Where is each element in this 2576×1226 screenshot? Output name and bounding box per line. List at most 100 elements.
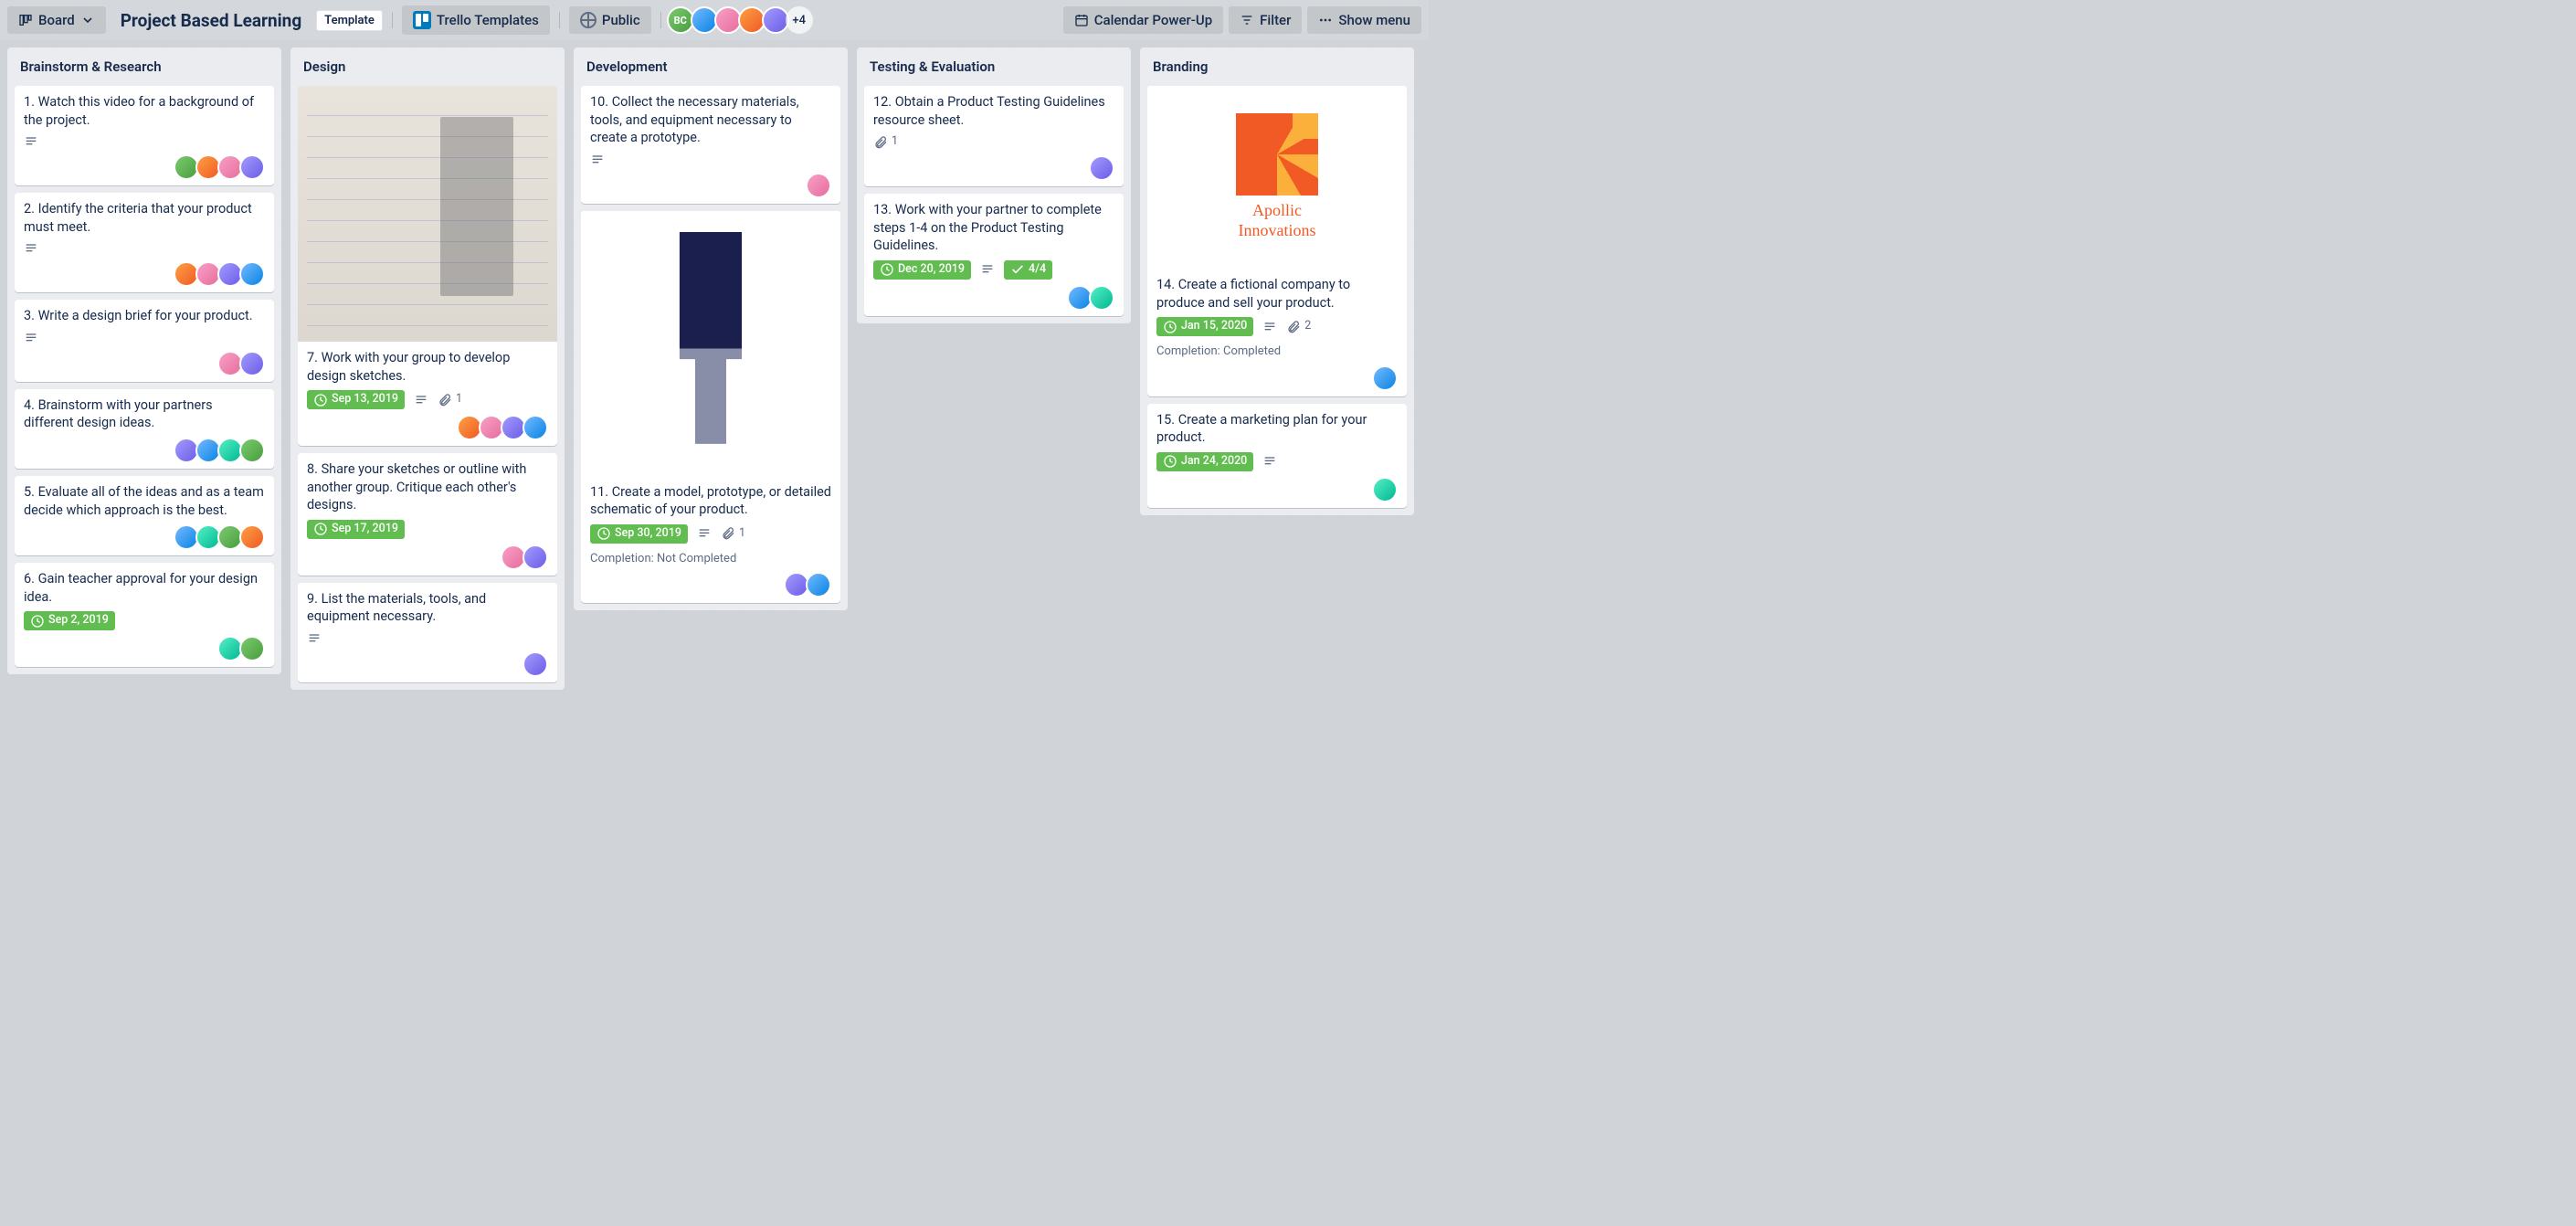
team-button[interactable]: Trello Templates [402, 5, 550, 35]
calendar-label: Calendar Power-Up [1094, 12, 1212, 28]
avatar[interactable] [239, 524, 265, 550]
attachment-badge: 1 [438, 392, 462, 407]
card[interactable]: 13. Work with your partner to complete s… [864, 194, 1124, 316]
card-title: 5. Evaluate all of the ideas and as a te… [24, 483, 265, 519]
list-title[interactable]: Branding [1147, 55, 1407, 79]
card-members [504, 544, 548, 570]
divider [392, 12, 393, 28]
card[interactable]: 9. List the materials, tools, and equipm… [298, 583, 557, 682]
list[interactable]: Design 7. Work with your group to develop… [290, 48, 565, 690]
checklist-badge: 4/4 [1004, 260, 1052, 280]
header-members[interactable]: BC +4 [670, 6, 813, 34]
card-members [787, 572, 831, 597]
due-date-badge[interactable]: Jan 15, 2020 [1156, 317, 1253, 336]
due-date-badge[interactable]: Sep 30, 2019 [590, 524, 688, 544]
card-title: 14. Create a fictional company to produc… [1156, 276, 1398, 312]
view-switcher[interactable]: Board [7, 6, 106, 34]
avatar[interactable] [239, 261, 265, 287]
description-icon [24, 134, 38, 149]
card[interactable]: 7. Work with your group to develop desig… [298, 86, 557, 446]
visibility-label: Public [602, 12, 640, 28]
due-date-badge[interactable]: Dec 20, 2019 [873, 260, 971, 280]
list-title[interactable]: Development [581, 55, 840, 79]
avatar[interactable] [1372, 477, 1398, 502]
card-title: 11. Create a model, prototype, or detail… [590, 483, 831, 519]
due-date-text: Dec 20, 2019 [898, 262, 965, 278]
divider [660, 12, 661, 28]
due-date-badge[interactable]: Sep 2, 2019 [24, 611, 115, 630]
avatar[interactable] [239, 438, 265, 463]
due-date-badge[interactable]: Sep 13, 2019 [307, 390, 405, 409]
avatar[interactable] [1089, 285, 1114, 311]
list[interactable]: Testing & Evaluation 12. Obtain a Product… [857, 48, 1131, 323]
card[interactable]: 15. Create a marketing plan for your pro… [1147, 404, 1407, 508]
globe-icon [580, 12, 596, 28]
card-title: 9. List the materials, tools, and equipm… [307, 590, 548, 626]
description-badge [414, 393, 428, 407]
attachment-icon [438, 393, 452, 407]
card-title: 10. Collect the necessary materials, too… [590, 93, 831, 147]
avatar-overflow[interactable]: +4 [786, 6, 813, 34]
due-date-badge[interactable]: Jan 24, 2020 [1156, 452, 1253, 471]
card-title: 7. Work with your group to develop desig… [307, 349, 548, 385]
filter-button[interactable]: Filter [1229, 6, 1302, 34]
card-members [809, 173, 831, 198]
description-icon [980, 262, 995, 277]
logo-text: ApollicInnovations [1239, 201, 1316, 240]
avatar[interactable] [239, 636, 265, 661]
card[interactable]: 10. Collect the necessary materials, too… [581, 86, 840, 204]
avatar[interactable] [523, 651, 548, 677]
card-title: 3. Write a design brief for your product… [24, 307, 265, 325]
list[interactable]: Development 10. Collect the necessary mat… [574, 48, 848, 610]
view-label: Board [38, 12, 75, 28]
avatar[interactable] [806, 173, 831, 198]
attachment-count: 1 [892, 134, 898, 150]
clock-icon [1163, 454, 1177, 469]
clock-icon [880, 262, 894, 277]
card[interactable]: 11. Create a model, prototype, or detail… [581, 211, 840, 604]
due-date-text: Sep 2, 2019 [48, 613, 109, 629]
card[interactable]: 1. Watch this video for a background of … [15, 86, 274, 185]
clock-icon [313, 522, 328, 536]
board-canvas[interactable]: Brainstorm & Research 1. Watch this video… [0, 40, 1429, 697]
description-badge [697, 526, 712, 541]
attachment-count: 2 [1304, 319, 1311, 334]
board-title[interactable]: Project Based Learning [111, 6, 311, 35]
trello-icon [413, 11, 431, 29]
card[interactable]: ApollicInnovations 14. Create a fictional… [1147, 86, 1407, 396]
list[interactable]: Brainstorm & Research 1. Watch this video… [7, 48, 281, 674]
due-date-text: Jan 24, 2020 [1181, 454, 1247, 470]
list-title[interactable]: Design [298, 55, 557, 79]
attachment-icon [721, 526, 735, 541]
due-date-badge[interactable]: Sep 17, 2019 [307, 520, 405, 539]
attachment-badge: 2 [1286, 319, 1311, 334]
avatar[interactable] [239, 154, 265, 180]
card[interactable]: 8. Share your sketches or outline with a… [298, 453, 557, 576]
list-title[interactable]: Testing & Evaluation [864, 55, 1124, 79]
card[interactable]: 4. Brainstorm with your partners differe… [15, 389, 274, 469]
template-badge[interactable]: Template [316, 10, 383, 31]
attachment-badge: 1 [873, 134, 898, 150]
visibility-button[interactable]: Public [569, 6, 651, 34]
card[interactable]: 6. Gain teacher approval for your design… [15, 563, 274, 667]
card[interactable]: 5. Evaluate all of the ideas and as a te… [15, 476, 274, 555]
card[interactable]: 2. Identify the criteria that your produ… [15, 193, 274, 292]
description-icon [590, 153, 605, 167]
avatar[interactable] [523, 544, 548, 570]
card-members [221, 351, 265, 376]
avatar[interactable] [523, 415, 548, 440]
dots-icon [1318, 13, 1333, 27]
card-title: 6. Gain teacher approval for your design… [24, 570, 265, 606]
menu-label: Show menu [1338, 12, 1410, 28]
avatar[interactable] [806, 572, 831, 597]
avatar[interactable] [1372, 365, 1398, 391]
card[interactable]: 3. Write a design brief for your product… [15, 300, 274, 382]
list[interactable]: Branding ApollicInnovations 14. Create a f… [1140, 48, 1414, 515]
show-menu-button[interactable]: Show menu [1307, 6, 1421, 34]
card[interactable]: 12. Obtain a Product Testing Guidelines … [864, 86, 1124, 186]
card-members [177, 154, 265, 180]
avatar[interactable] [1089, 155, 1114, 181]
avatar[interactable] [239, 351, 265, 376]
calendar-button[interactable]: Calendar Power-Up [1063, 6, 1223, 34]
list-title[interactable]: Brainstorm & Research [15, 55, 274, 79]
